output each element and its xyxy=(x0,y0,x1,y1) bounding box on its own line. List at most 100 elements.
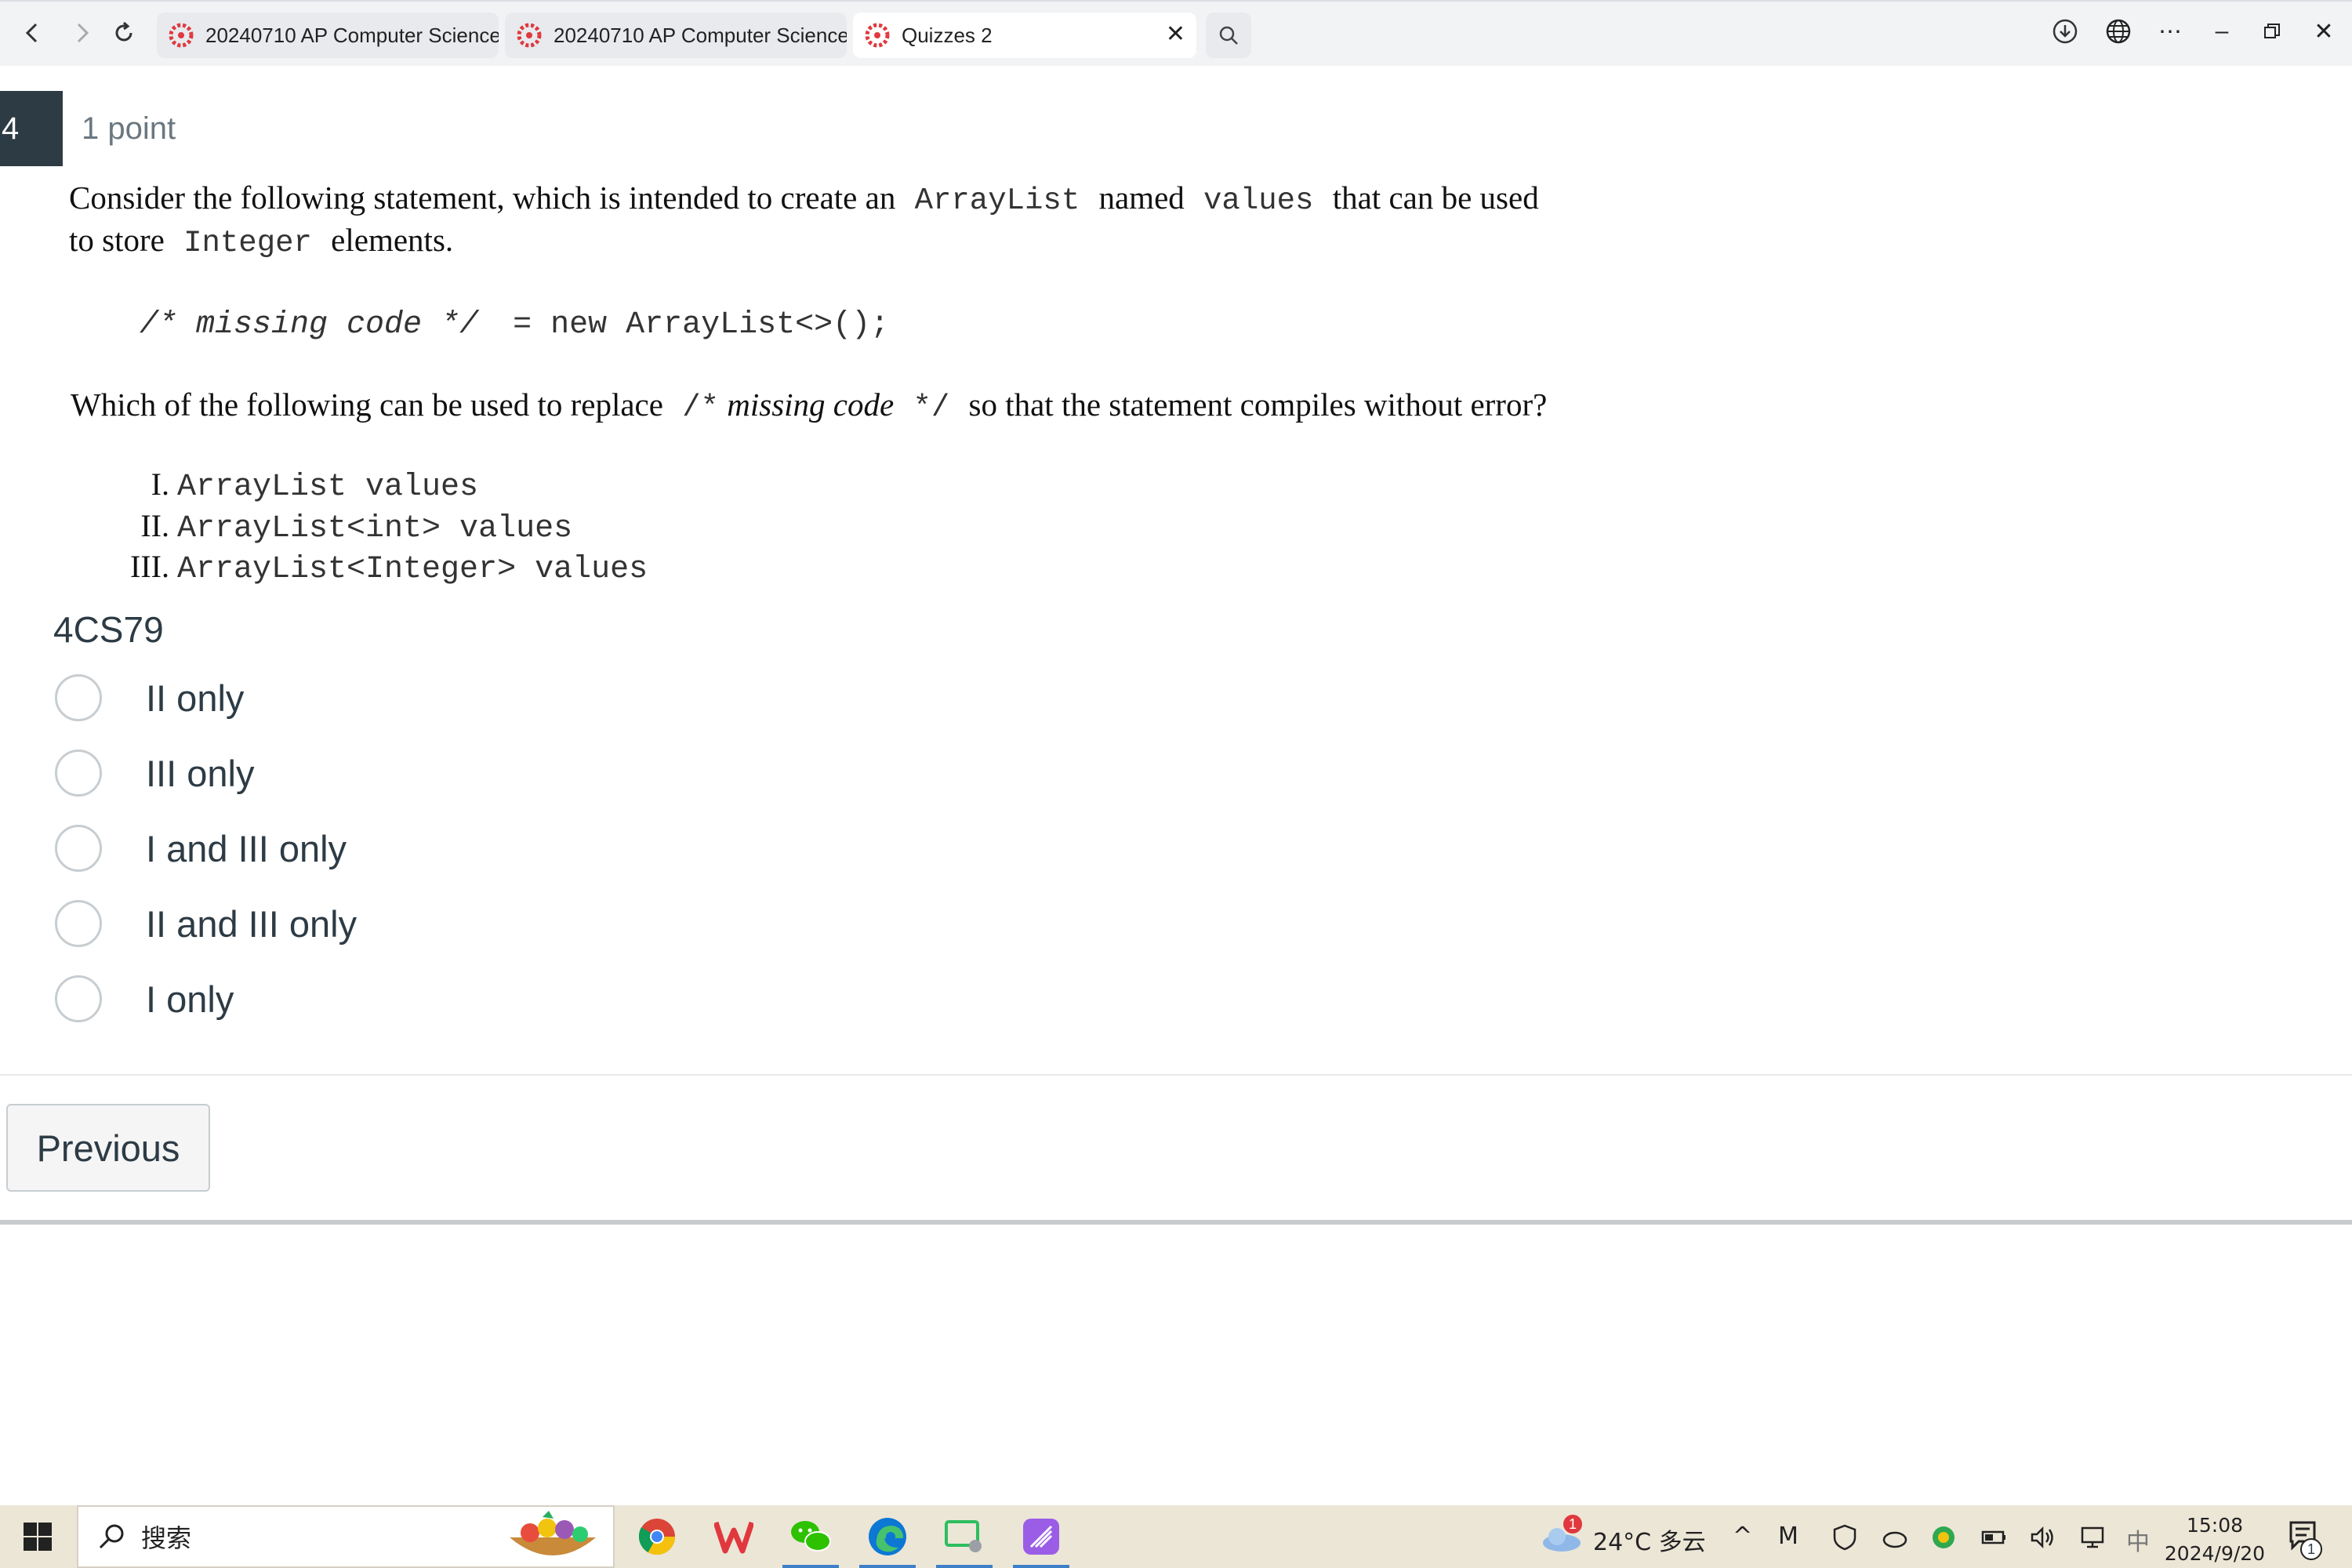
roman-code: ArrayList values xyxy=(177,470,479,505)
code-rest: = new ArrayList<>(); xyxy=(513,307,890,343)
tab-title: 20240710 AP Computer Science xyxy=(554,23,847,47)
stem-text: Which of the following can be used to re… xyxy=(71,387,663,423)
chrome-icon[interactable] xyxy=(633,1513,681,1560)
close-window-icon[interactable]: ✕ xyxy=(2307,14,2341,49)
question-number-badge: 4 xyxy=(0,91,63,166)
code-statement: /* missing code */ = new ArrayList<>(); xyxy=(140,307,889,343)
canvas-logo-icon xyxy=(865,23,890,48)
windows-taskbar: 搜索 1 24°C 多云 ^ M 中 15:08 2024/9/20 1 xyxy=(0,1505,2352,1568)
answer-option-4[interactable]: II and III only xyxy=(55,898,357,949)
stem-text: to store xyxy=(69,222,165,258)
divider xyxy=(0,1220,2352,1225)
code-comment: /* missing code */ xyxy=(140,307,479,343)
tab-2[interactable]: 20240710 AP Computer Science xyxy=(505,13,847,58)
edge-icon[interactable] xyxy=(859,1513,916,1568)
stem-code: ArrayList xyxy=(914,183,1080,218)
answer-option-2[interactable]: III only xyxy=(55,748,254,798)
globe-icon[interactable] xyxy=(2101,14,2136,49)
answer-option-5[interactable]: I only xyxy=(55,974,234,1024)
answer-label: III only xyxy=(146,752,255,794)
roman-code: ArrayList<Integer> values xyxy=(177,552,648,587)
stem-code: values xyxy=(1203,183,1314,218)
volume-icon[interactable] xyxy=(2029,1524,2056,1551)
tray-overflow-icon[interactable]: ^ xyxy=(1733,1523,1752,1550)
windows-start-icon[interactable] xyxy=(22,1521,53,1552)
battery-icon[interactable] xyxy=(1980,1524,2007,1551)
screen-app-icon[interactable] xyxy=(936,1513,993,1568)
notification-count-badge: 1 xyxy=(2300,1538,2322,1560)
stem-text: that can be used xyxy=(1332,180,1539,216)
tab-title: Quizzes 2 xyxy=(902,23,993,47)
update-status-icon[interactable] xyxy=(1930,1524,1957,1551)
close-tab-icon[interactable]: ✕ xyxy=(1166,20,1185,48)
refresh-icon[interactable] xyxy=(107,16,141,50)
answer-option-1[interactable]: II only xyxy=(55,673,244,723)
fruit-basket-icon xyxy=(510,1511,596,1555)
stem-italic: missing code xyxy=(727,387,895,423)
answer-label: II only xyxy=(146,677,245,719)
taskbar-clock[interactable]: 15:08 2024/9/20 xyxy=(2140,1512,2289,1568)
divider xyxy=(0,1074,2352,1076)
stem-text: Consider the following statement, which … xyxy=(69,180,896,216)
roman-numeral: II. xyxy=(140,508,169,543)
roman-code: ArrayList<int> values xyxy=(177,511,573,546)
input-method-app-icon[interactable]: M xyxy=(1778,1523,1798,1550)
stem-text: named xyxy=(1098,180,1185,216)
tab-title: 20240710 AP Computer Science xyxy=(205,23,499,47)
taskbar-search-input[interactable]: 搜索 xyxy=(77,1505,615,1568)
answer-label: II and III only xyxy=(146,902,358,945)
back-icon[interactable] xyxy=(16,16,50,50)
roman-choice-3: III. ArrayList<Integer> values xyxy=(111,548,648,587)
stem-line-2: to store Integer elements. xyxy=(69,221,453,260)
roman-choice-2: II. ArrayList<int> values xyxy=(111,507,572,546)
radio-button[interactable] xyxy=(55,975,102,1022)
search-icon xyxy=(99,1524,124,1549)
clock-date: 2024/9/20 xyxy=(2164,1542,2266,1565)
weather-text[interactable]: 24°C 多云 xyxy=(1593,1523,1706,1557)
weather-alert-badge: 1 xyxy=(1563,1515,1582,1534)
answer-option-3[interactable]: I and III only xyxy=(55,823,347,873)
active-indicator xyxy=(782,1565,839,1568)
active-indicator xyxy=(1013,1565,1069,1568)
stem-code: Integer xyxy=(183,226,312,260)
canvas-logo-icon xyxy=(517,23,542,48)
restore-icon[interactable] xyxy=(2255,14,2289,49)
more-icon[interactable]: ⋯ xyxy=(2153,14,2187,49)
question-points: 1 point xyxy=(82,111,176,146)
browser-toolbar: 20240710 AP Computer Science 20240710 AP… xyxy=(0,0,2352,66)
network-monitor-icon[interactable] xyxy=(2079,1524,2106,1551)
canvas-logo-icon xyxy=(169,23,194,48)
download-icon[interactable] xyxy=(2048,14,2082,49)
forward-icon[interactable] xyxy=(64,16,99,50)
answer-label: I only xyxy=(146,978,234,1020)
question-code-id: 4CS79 xyxy=(53,609,164,650)
active-indicator xyxy=(936,1565,993,1568)
wps-icon[interactable] xyxy=(710,1513,757,1560)
radio-button[interactable] xyxy=(55,750,102,797)
wechat-icon[interactable] xyxy=(782,1513,839,1568)
app-icon[interactable] xyxy=(1013,1513,1069,1568)
tab-search-icon[interactable] xyxy=(1206,13,1251,58)
network-cloud-icon[interactable] xyxy=(1882,1524,1908,1551)
search-placeholder: 搜索 xyxy=(141,1523,192,1553)
stem-text: elements. xyxy=(331,222,454,258)
roman-numeral: III. xyxy=(130,549,169,584)
answer-label: I and III only xyxy=(146,827,347,869)
radio-button[interactable] xyxy=(55,900,102,947)
clock-time: 15:08 xyxy=(2186,1514,2244,1537)
radio-button[interactable] xyxy=(55,825,102,872)
active-indicator xyxy=(859,1565,916,1568)
roman-numeral: I. xyxy=(151,466,169,502)
roman-choice-1: I. ArrayList values xyxy=(111,466,478,505)
stem-code: /* xyxy=(682,390,719,425)
stem-line-1: Consider the following statement, which … xyxy=(69,179,1539,218)
stem-code: */ xyxy=(913,390,950,425)
stem-text: so that the statement compiles without e… xyxy=(968,387,1548,423)
tab-1[interactable]: 20240710 AP Computer Science xyxy=(157,13,499,58)
previous-button[interactable]: Previous xyxy=(6,1104,210,1192)
security-shield-icon[interactable] xyxy=(1831,1524,1858,1551)
radio-button[interactable] xyxy=(55,674,102,721)
minimize-icon[interactable]: – xyxy=(2205,14,2239,49)
stem-prompt: Which of the following can be used to re… xyxy=(71,386,1547,425)
tab-3-active[interactable]: Quizzes 2 ✕ xyxy=(853,13,1196,58)
